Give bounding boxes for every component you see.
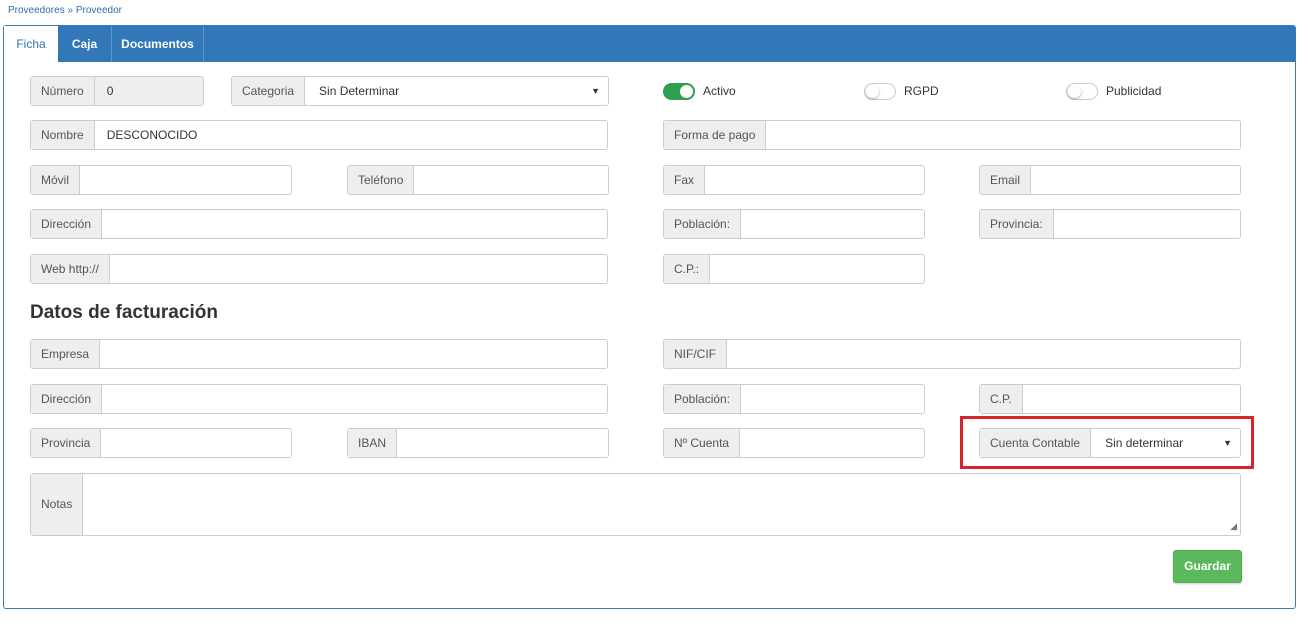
- billing-poblacion-field[interactable]: [741, 385, 924, 413]
- breadcrumb-proveedor-link[interactable]: Proveedor: [76, 5, 122, 16]
- guardar-button[interactable]: Guardar: [1173, 550, 1242, 583]
- poblacion-field[interactable]: [741, 210, 924, 238]
- movil-field[interactable]: [80, 166, 291, 194]
- breadcrumb: Proveedores » Proveedor: [8, 5, 122, 16]
- numero-field[interactable]: [94, 77, 203, 105]
- cp-field[interactable]: [710, 255, 924, 283]
- cp-group: C.P.:: [663, 254, 925, 284]
- billing-cp-label: C.P.: [980, 385, 1023, 413]
- billing-cp-field[interactable]: [1022, 385, 1240, 413]
- publicidad-switch[interactable]: [1066, 82, 1098, 100]
- billing-cp-group: C.P.: [979, 384, 1241, 414]
- notas-group: Notas ◢: [30, 473, 1241, 536]
- categoria-value: Sin Determinar: [319, 84, 400, 98]
- categoria-select[interactable]: Sin Determinar ▼: [305, 77, 608, 105]
- caret-down-icon: ▼: [591, 86, 600, 96]
- empresa-field[interactable]: [100, 340, 607, 368]
- web-group: Web http://: [30, 254, 608, 284]
- billing-provincia-group: Provincia: [30, 428, 292, 458]
- poblacion-group: Población:: [663, 209, 925, 239]
- nombre-label: Nombre: [31, 121, 95, 149]
- fax-label: Fax: [664, 166, 706, 194]
- switch-knob: [866, 84, 879, 98]
- nombre-field[interactable]: [94, 121, 607, 149]
- direccion-group: Dirección: [30, 209, 608, 239]
- activo-label: Activo: [703, 84, 736, 98]
- breadcrumb-separator: »: [64, 5, 76, 16]
- email-label: Email: [980, 166, 1032, 194]
- nombre-group: Nombre: [30, 120, 608, 150]
- iban-group: IBAN: [347, 428, 609, 458]
- forma-pago-label: Forma de pago: [664, 121, 767, 149]
- empresa-label: Empresa: [31, 340, 101, 368]
- publicidad-label: Publicidad: [1106, 84, 1162, 98]
- highlight-box: [960, 416, 1254, 469]
- fax-group: Fax: [663, 165, 925, 195]
- nif-label: NIF/CIF: [664, 340, 727, 368]
- poblacion-label: Población:: [664, 210, 742, 238]
- tab-ficha[interactable]: Ficha: [4, 26, 58, 63]
- email-group: Email: [979, 165, 1241, 195]
- billing-poblacion-label: Población:: [664, 385, 742, 413]
- tab-documentos[interactable]: Documentos: [112, 26, 204, 62]
- billing-direccion-label: Dirección: [31, 385, 103, 413]
- rgpd-switch[interactable]: [864, 82, 896, 100]
- forma-pago-group: Forma de pago: [663, 120, 1241, 150]
- billing-poblacion-group: Población:: [663, 384, 925, 414]
- forma-pago-field[interactable]: [766, 121, 1240, 149]
- numero-group: Número: [30, 76, 204, 106]
- direccion-label: Dirección: [31, 210, 103, 238]
- n-cuenta-field[interactable]: [740, 429, 924, 457]
- switch-knob: [1068, 84, 1081, 98]
- fax-field[interactable]: [705, 166, 924, 194]
- billing-direccion-field[interactable]: [102, 385, 607, 413]
- telefono-label: Teléfono: [348, 166, 415, 194]
- billing-provincia-field[interactable]: [101, 429, 291, 457]
- categoria-label: Categoria: [232, 77, 306, 105]
- toggle-publicidad: Publicidad: [1066, 81, 1161, 101]
- billing-direccion-group: Dirección: [30, 384, 608, 414]
- rgpd-label: RGPD: [904, 84, 939, 98]
- web-field[interactable]: [109, 255, 607, 283]
- movil-group: Móvil: [30, 165, 292, 195]
- n-cuenta-group: Nº Cuenta: [663, 428, 925, 458]
- breadcrumb-proveedores-link[interactable]: Proveedores: [8, 5, 65, 16]
- switch-knob: [680, 84, 693, 98]
- cp-label: C.P.:: [664, 255, 711, 283]
- toggle-activo: Activo: [663, 81, 736, 101]
- nif-group: NIF/CIF: [663, 339, 1241, 369]
- n-cuenta-label: Nº Cuenta: [664, 429, 741, 457]
- tab-bar: Ficha Caja Documentos: [4, 26, 1295, 63]
- categoria-group: Categoria Sin Determinar ▼: [231, 76, 609, 106]
- provincia-field[interactable]: [1053, 210, 1240, 238]
- notas-label: Notas: [31, 474, 84, 535]
- billing-section-title: Datos de facturación: [30, 302, 218, 323]
- activo-switch[interactable]: [663, 82, 695, 100]
- notas-textarea[interactable]: [83, 474, 1240, 535]
- web-label: Web http://: [31, 255, 110, 283]
- toggle-rgpd: RGPD: [864, 81, 939, 101]
- provincia-label: Provincia:: [980, 210, 1054, 238]
- resize-handle-icon[interactable]: ◢: [1230, 521, 1237, 532]
- nif-field[interactable]: [727, 340, 1240, 368]
- numero-label: Número: [31, 77, 95, 105]
- email-field[interactable]: [1031, 166, 1240, 194]
- direccion-field[interactable]: [102, 210, 607, 238]
- telefono-group: Teléfono: [347, 165, 609, 195]
- empresa-group: Empresa: [30, 339, 608, 369]
- movil-label: Móvil: [31, 166, 81, 194]
- provincia-group: Provincia:: [979, 209, 1241, 239]
- iban-field[interactable]: [397, 429, 608, 457]
- tab-caja[interactable]: Caja: [58, 26, 112, 62]
- telefono-field[interactable]: [414, 166, 608, 194]
- billing-provincia-label: Provincia: [31, 429, 102, 457]
- iban-label: IBAN: [348, 429, 398, 457]
